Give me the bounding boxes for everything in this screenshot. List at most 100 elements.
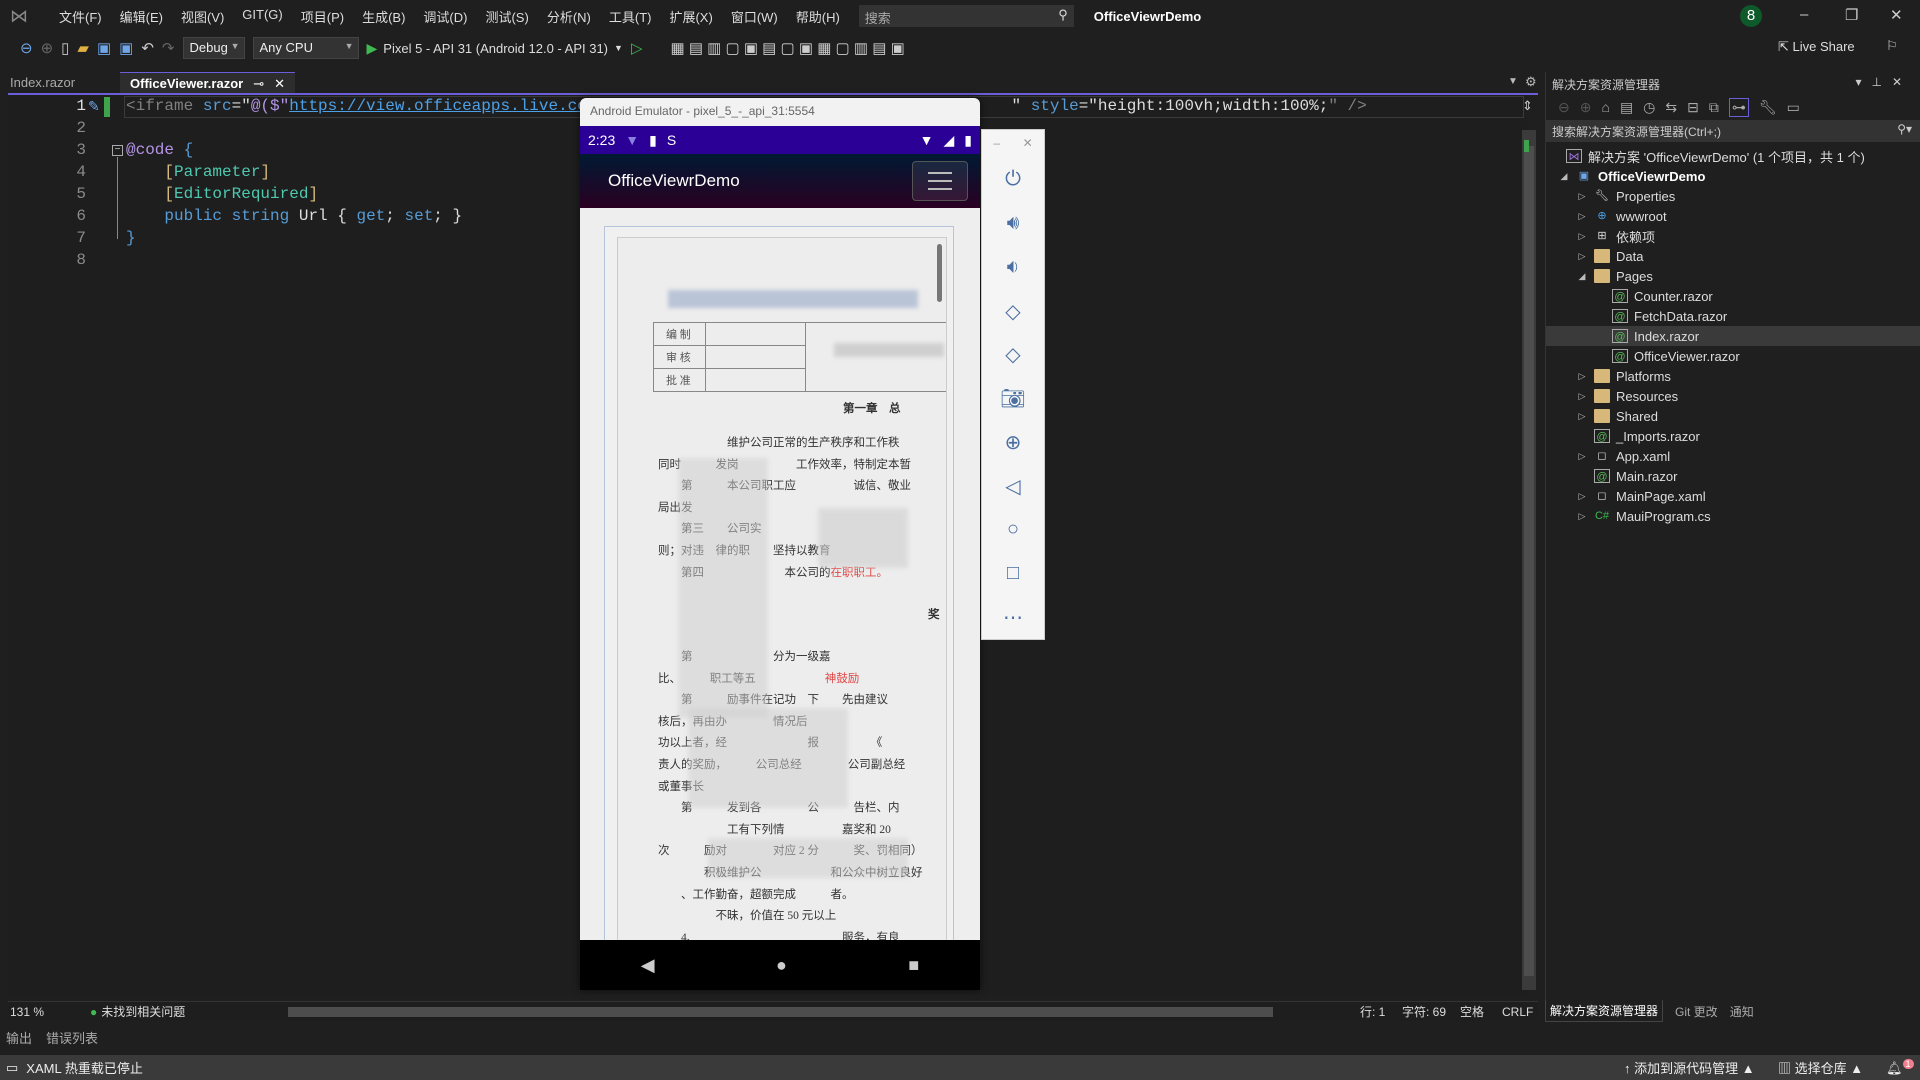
close-emulator-icon[interactable]: ✕ <box>1023 136 1033 150</box>
more-icon[interactable]: ⋯ <box>1003 595 1023 639</box>
sync-icon[interactable]: ⇆ <box>1665 99 1677 116</box>
solution-search-input[interactable]: 搜索解决方案资源管理器(Ctrl+;) ⚲▾ <box>1546 120 1920 142</box>
hamburger-menu-button[interactable] <box>912 161 968 201</box>
tab-git-changes[interactable]: Git 更改 <box>1675 1003 1718 1020</box>
document-scrollbar[interactable] <box>937 244 942 302</box>
back-nav-icon[interactable]: ◀ <box>641 955 655 976</box>
tree-item[interactable]: @ _Imports.razor <box>1546 426 1920 446</box>
volume-down-icon[interactable]: 🔉︎ <box>1007 245 1020 289</box>
tree-item-solution[interactable]: ⋈ 解决方案 'OfficeViewrDemo' (1 个项目，共 1 个) <box>1546 146 1920 166</box>
new-project-icon[interactable]: ▯ <box>61 39 69 57</box>
menu-item[interactable]: 视图(V) <box>172 7 233 26</box>
collapsed-arrow-icon[interactable]: ▷ <box>1576 451 1588 462</box>
tab-notifications[interactable]: 通知 <box>1730 1003 1754 1020</box>
configuration-select[interactable]: Debug ▼ <box>182 37 245 59</box>
select-repo-button[interactable]: ▥ 选择仓库 ▲ <box>1778 1058 1863 1077</box>
tree-item[interactable]: ▷ ⊕ wwwroot <box>1546 206 1920 226</box>
tree-item-project[interactable]: ◢ ▣ OfficeViewrDemo <box>1546 166 1920 186</box>
open-file-icon[interactable]: ▰ <box>77 39 89 57</box>
menu-item[interactable]: 分析(N) <box>538 7 600 26</box>
tree-item[interactable]: @ Counter.razor <box>1546 286 1920 306</box>
collapsed-arrow-icon[interactable]: ▷ <box>1576 511 1588 522</box>
menu-item[interactable]: 调试(D) <box>414 7 476 26</box>
rotate-left-icon[interactable]: ◇ <box>1005 289 1020 333</box>
recents-nav-icon[interactable]: ■ <box>908 955 919 976</box>
tab-index-razor[interactable]: Index.razor <box>0 72 120 94</box>
minimize-button[interactable]: – <box>1800 6 1808 23</box>
tree-item[interactable]: @ Main.razor <box>1546 466 1920 486</box>
live-share-button[interactable]: ⇱ Live Share <box>1778 39 1855 55</box>
expanded-arrow-icon[interactable]: ◢ <box>1558 171 1570 182</box>
menu-item[interactable]: 帮助(H) <box>787 7 849 26</box>
rotate-right-icon[interactable]: ◇ <box>1005 333 1020 377</box>
search-input[interactable]: 搜索 ⚲ <box>858 5 1074 27</box>
char-indicator[interactable]: 字符: 69 <box>1402 1003 1446 1020</box>
collapsed-arrow-icon[interactable]: ▷ <box>1576 391 1588 402</box>
preview-icon[interactable]: ▭ <box>1787 99 1800 116</box>
office-document-viewer[interactable]: 编 制 审 核 批 准 第一章 总 维护公司正常的生产秩序和工作秩 同时 发岗 工… <box>580 208 980 940</box>
collapsed-arrow-icon[interactable]: ▷ <box>1576 191 1588 202</box>
back-icon[interactable]: ◁ <box>1005 464 1020 508</box>
home-icon[interactable]: ○ <box>1007 508 1019 552</box>
minimize-emulator-icon[interactable]: – <box>993 136 1000 150</box>
save-all-icon[interactable]: ▣ <box>119 39 133 57</box>
panel-window-controls[interactable]: ▾⊥✕ <box>1855 75 1912 89</box>
collapsed-arrow-icon[interactable]: ▷ <box>1576 211 1588 222</box>
tree-item[interactable]: ▷ ◻ MainPage.xaml <box>1546 486 1920 506</box>
redo-icon[interactable]: ↷ <box>162 39 175 57</box>
indent-indicator[interactable]: 空格 <box>1460 1003 1484 1020</box>
show-all-files-icon[interactable]: ⧉ <box>1709 99 1719 116</box>
tree-item[interactable]: ▷ 🔧︎ Properties <box>1546 186 1920 206</box>
vertical-scrollbar[interactable] <box>1522 130 1536 990</box>
eol-indicator[interactable]: CRLF <box>1502 1005 1533 1019</box>
tab-solution-explorer[interactable]: 解决方案资源管理器 <box>1545 1000 1664 1022</box>
menu-item[interactable]: 测试(S) <box>476 7 537 26</box>
hot-reload-status[interactable]: XAML 热重载已停止 <box>26 1058 143 1077</box>
pin-icon[interactable]: ⊸ <box>253 76 264 91</box>
issues-status[interactable]: 未找到相关问题 <box>101 1003 185 1020</box>
home-icon[interactable]: ⌂ <box>1601 99 1609 115</box>
notification-badge[interactable]: 8 <box>1740 5 1762 27</box>
close-tab-icon[interactable]: ✕ <box>274 76 285 91</box>
tree-item[interactable]: @ Index.razor <box>1546 326 1920 346</box>
menu-item[interactable]: 文件(F) <box>50 7 111 26</box>
horizontal-scrollbar[interactable] <box>288 1007 1273 1017</box>
expanded-arrow-icon[interactable]: ◢ <box>1576 271 1588 282</box>
pending-changes-icon[interactable]: ◷ <box>1643 99 1655 116</box>
collapsed-arrow-icon[interactable]: ▷ <box>1576 491 1588 502</box>
feedback-icon[interactable]: ⚐ <box>1886 38 1898 54</box>
collapse-region-icon[interactable]: − <box>112 145 123 156</box>
collapsed-arrow-icon[interactable]: ▷ <box>1576 371 1588 382</box>
tree-item[interactable]: @ FetchData.razor <box>1546 306 1920 326</box>
menu-item[interactable]: 窗口(W) <box>722 7 787 26</box>
collapsed-arrow-icon[interactable]: ▷ <box>1576 411 1588 422</box>
forward-icon[interactable]: ⊕ <box>1580 99 1592 116</box>
tree-item[interactable]: ▷ Shared <box>1546 406 1920 426</box>
run-target-button[interactable]: ▶ Pixel 5 - API 31 (Android 12.0 - API 31… <box>367 40 623 57</box>
notifications-bell-icon[interactable]: 🔔︎ 1 <box>1886 1058 1914 1076</box>
start-without-debugging-icon[interactable]: ▷ <box>631 39 643 57</box>
tree-item[interactable]: ▷ ⊞ 依赖项 <box>1546 226 1920 246</box>
menu-item[interactable]: 工具(T) <box>600 7 661 26</box>
overview-icon[interactable]: □ <box>1007 552 1019 596</box>
restore-button[interactable]: ❐ <box>1845 6 1858 24</box>
menu-item[interactable]: 扩展(X) <box>660 7 721 26</box>
volume-up-icon[interactable]: 🔊︎ <box>1007 202 1020 246</box>
zoom-select[interactable]: 131 % <box>8 1005 62 1019</box>
scrollbar-thumb[interactable] <box>1524 146 1534 976</box>
tree-item[interactable]: ◢ Pages <box>1546 266 1920 286</box>
screwdriver-icon[interactable]: ✎ <box>88 98 100 115</box>
switch-views-icon[interactable]: ▤ <box>1620 99 1633 116</box>
menu-item[interactable]: GIT(G) <box>233 7 291 26</box>
tree-item[interactable]: ▷ Resources <box>1546 386 1920 406</box>
platform-select[interactable]: Any CPU ▼ <box>252 37 359 59</box>
collapse-all-icon[interactable]: ⊟ <box>1687 99 1699 116</box>
line-indicator[interactable]: 行: 1 <box>1360 1003 1385 1020</box>
undo-icon[interactable]: ↶ <box>141 39 154 57</box>
close-button[interactable]: ✕ <box>1890 6 1903 24</box>
menu-item[interactable]: 生成(B) <box>353 7 414 26</box>
menu-item[interactable]: 项目(P) <box>292 7 353 26</box>
gear-icon[interactable]: ⚙ <box>1525 74 1537 90</box>
emulator-title-bar[interactable]: Android Emulator - pixel_5_-_api_31:5554 <box>580 98 980 126</box>
tab-output[interactable]: 输出 <box>6 1028 32 1047</box>
